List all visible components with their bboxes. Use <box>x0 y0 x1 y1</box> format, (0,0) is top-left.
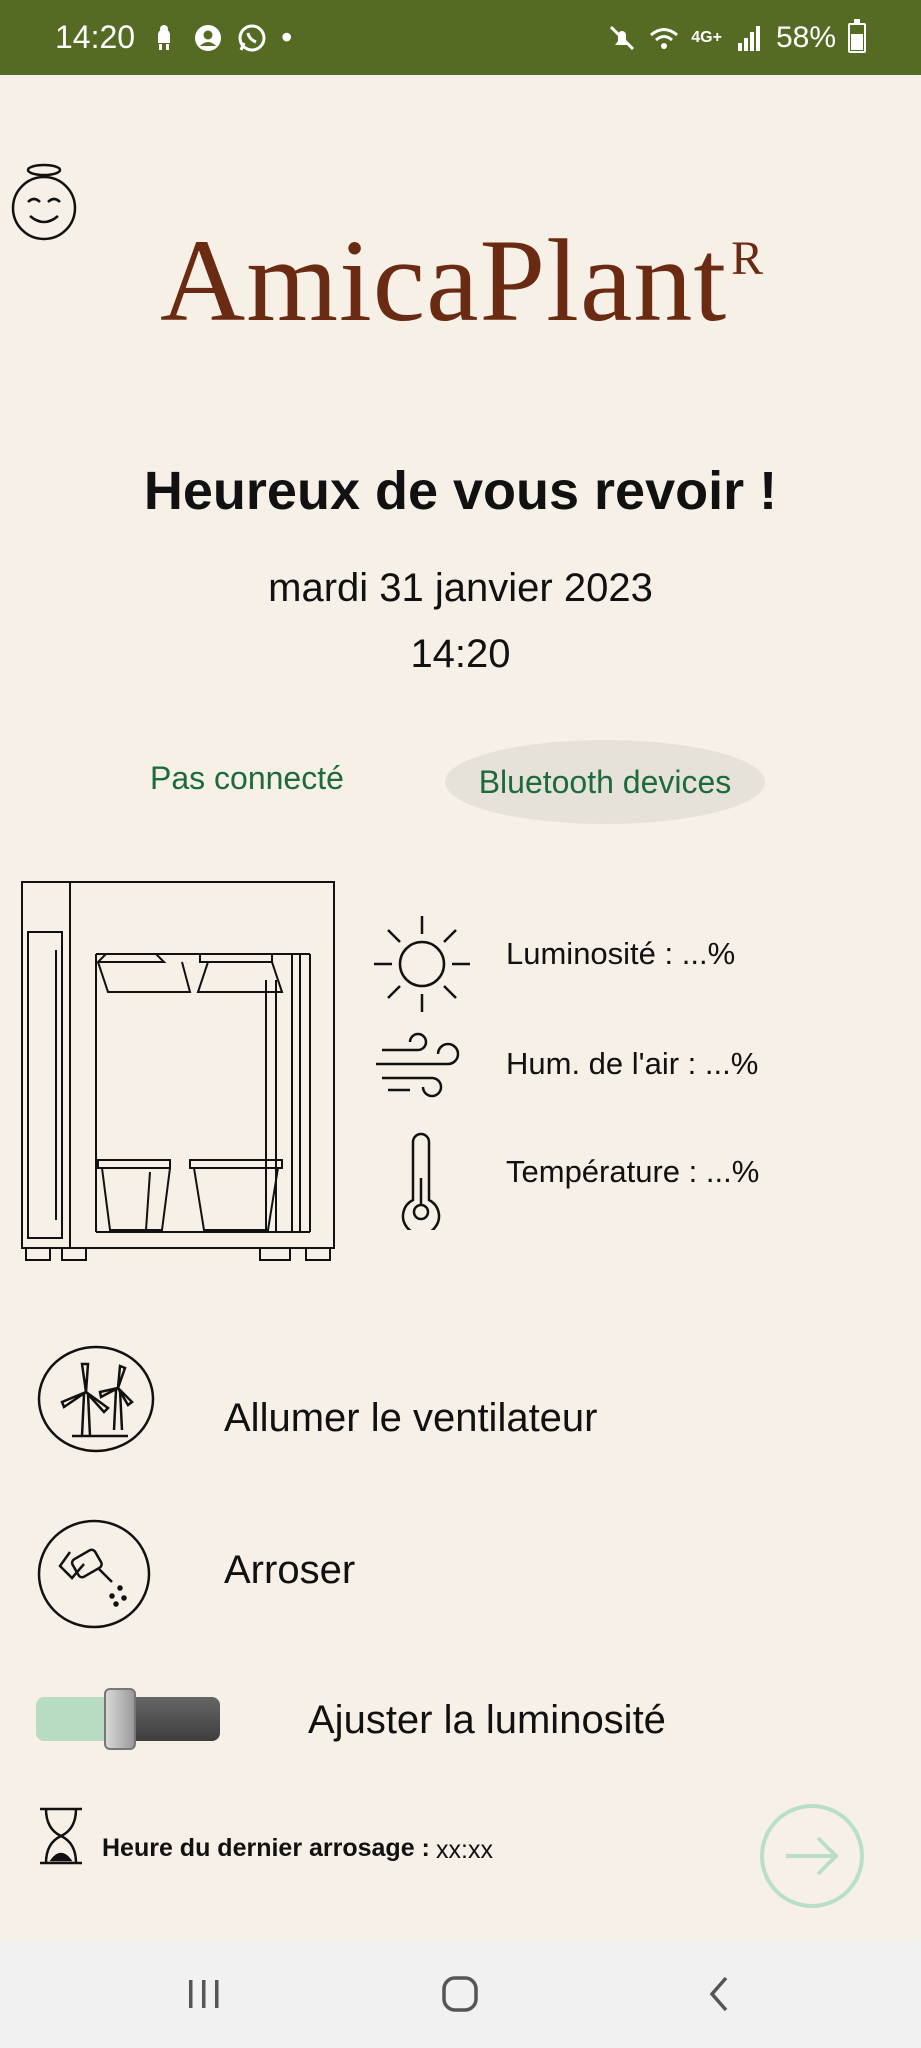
wind-icon <box>374 1032 470 1102</box>
slider-thumb[interactable] <box>104 1688 136 1750</box>
fan-action-label[interactable]: Allumer le ventilateur <box>224 1396 598 1441</box>
avatar-angel-icon[interactable] <box>10 162 78 242</box>
water-action-label[interactable]: Arroser <box>224 1548 355 1593</box>
greenhouse-cabinet-illustration <box>20 880 336 1266</box>
hourglass-icon <box>38 1806 84 1866</box>
last-watering-value: xx:xx <box>436 1836 493 1864</box>
signal-icon <box>734 23 764 53</box>
account-icon <box>193 23 223 53</box>
temperature-reading: Température : ...% <box>506 1154 760 1189</box>
last-watering-label: Heure du dernier arrosage : <box>102 1834 430 1862</box>
current-time: 14:20 <box>410 632 511 676</box>
battery-percent: 58% <box>775 20 836 54</box>
home-button[interactable] <box>400 1940 520 2048</box>
app-logo: AmicaPlantR <box>160 222 764 340</box>
status-time: 14:20 <box>55 19 136 55</box>
watering-can-button-icon[interactable] <box>36 1518 152 1630</box>
system-navigation-bar <box>0 1940 921 2048</box>
logo-registered-mark: R <box>731 232 765 285</box>
back-button[interactable] <box>660 1940 780 2048</box>
bluetooth-devices-button[interactable]: Bluetooth devices <box>445 740 765 824</box>
wifi-icon <box>649 23 679 53</box>
mute-icon <box>607 23 637 53</box>
status-bar: 14:20 • 4G+ 58% <box>0 0 921 75</box>
battery-icon <box>848 18 866 53</box>
connection-status: Pas connecté <box>150 760 344 796</box>
welcome-heading: Heureux de vous revoir ! <box>143 461 778 521</box>
luminosity-reading: Luminosité : ...% <box>506 936 736 971</box>
thermometer-icon <box>396 1130 446 1236</box>
sun-icon <box>370 912 474 1016</box>
status-bar-right: 4G+ 58% <box>607 0 866 75</box>
arrow-right-icon <box>786 1836 839 1876</box>
whatsapp-icon <box>237 23 267 53</box>
status-bar-left: 14:20 • <box>55 0 292 75</box>
recent-apps-button[interactable] <box>144 1940 264 2048</box>
network-type: 4G+ <box>691 28 722 46</box>
recents-icon <box>189 1980 219 2008</box>
next-arrow-button[interactable] <box>760 1804 864 1908</box>
status-dot: • <box>281 19 293 55</box>
fan-button-icon[interactable] <box>36 1344 156 1454</box>
back-chevron-icon <box>709 1976 728 2012</box>
brightness-slider[interactable] <box>36 1688 220 1750</box>
air-humidity-reading: Hum. de l'air : ...% <box>506 1046 759 1081</box>
home-icon <box>442 1976 478 2012</box>
android-icon <box>149 23 179 53</box>
current-date: mardi 31 janvier 2023 <box>268 566 653 610</box>
brightness-action-label: Ajuster la luminosité <box>308 1698 666 1742</box>
logo-text: AmicaPlant <box>160 215 728 346</box>
